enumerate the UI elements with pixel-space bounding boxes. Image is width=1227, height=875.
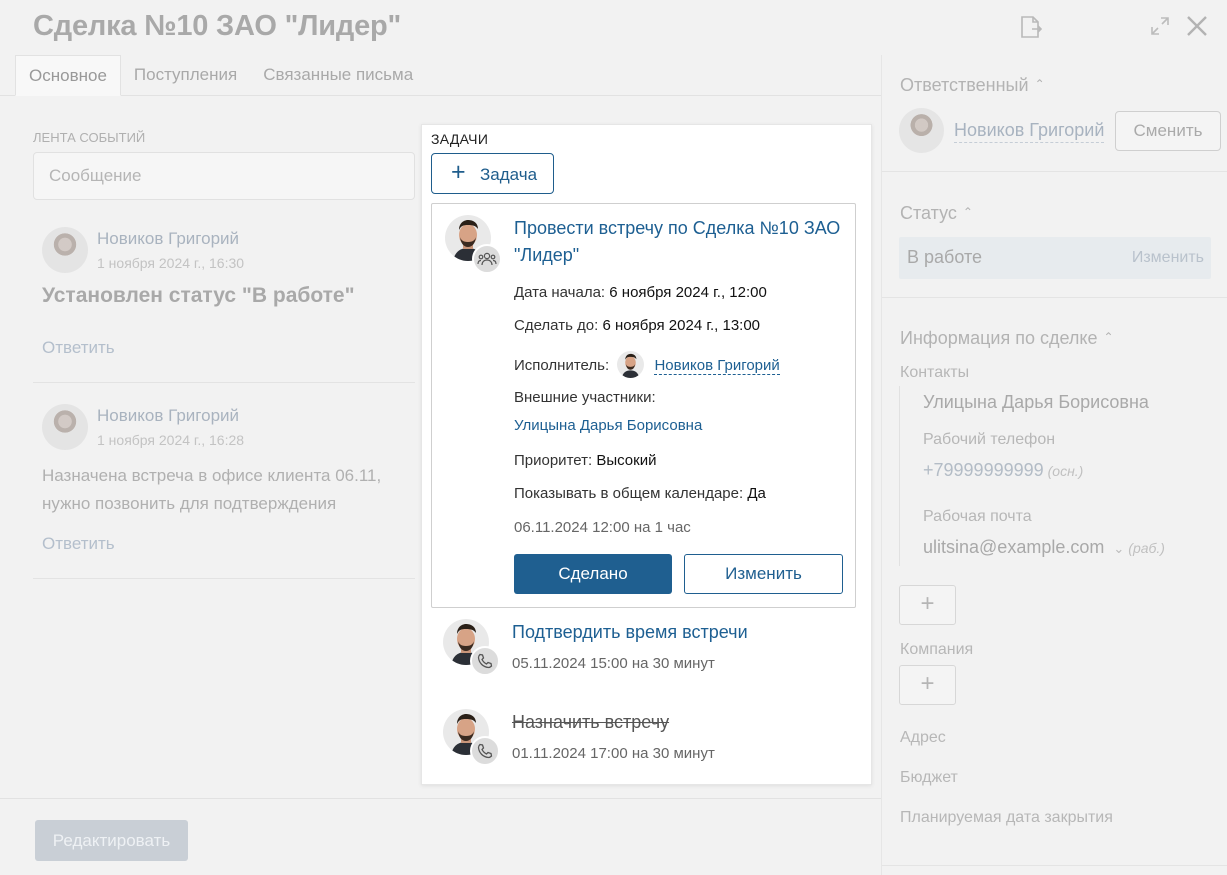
chevron-up-icon: ⌃ (962, 205, 973, 219)
phone-tag: (осн.) (1047, 463, 1084, 479)
tabs-divider (0, 95, 15, 96)
assignee-label: Исполнитель: (514, 357, 610, 374)
section-divider (882, 865, 1227, 866)
add-task-button[interactable]: + Задача (431, 153, 554, 194)
responsible-section-title[interactable]: Ответственный ⌃ (900, 75, 1045, 96)
avatar (42, 227, 88, 273)
phone-icon (470, 736, 500, 766)
work-phone-label: Рабочий телефон (923, 431, 1056, 448)
due-value: 6 ноября 2024 г., 13:00 (602, 317, 761, 334)
external-participant-link[interactable]: Улицына Дарья Борисовна (514, 417, 702, 434)
work-phone-value: +79999999999 (923, 460, 1044, 480)
start-label: Дата начала: (514, 284, 606, 301)
close-icon[interactable] (1185, 14, 1209, 43)
company-label: Компания (900, 641, 974, 658)
section-divider (882, 297, 1227, 298)
edit-task-button[interactable]: Изменить (684, 554, 843, 594)
task-title-completed[interactable]: Назначить встречу (512, 709, 669, 736)
edit-button[interactable]: Редактировать (35, 820, 188, 861)
work-email[interactable]: ulitsina@example.com ⌄ (раб.) (923, 537, 1165, 558)
add-company-button[interactable]: + (899, 665, 956, 705)
info-title: Информация по сделке (900, 328, 1098, 348)
priority-value: Высокий (596, 452, 657, 469)
reply-link[interactable]: Ответить (42, 534, 115, 554)
responsible-title: Ответственный (900, 75, 1029, 95)
avatar (899, 108, 944, 153)
external-label: Внешние участники: (514, 389, 656, 406)
contact-divider (899, 386, 900, 566)
change-responsible-button[interactable]: Сменить (1115, 111, 1221, 151)
add-contact-button[interactable]: + (899, 585, 956, 625)
due-date-row: Сделать до: 6 ноября 2024 г., 13:00 (514, 317, 760, 334)
feed-caption: ЛЕНТА СОБЫТИЙ (33, 130, 146, 145)
avatar (617, 351, 645, 378)
chevron-up-icon: ⌃ (1034, 77, 1045, 91)
footer-divider (0, 798, 881, 799)
contact-name[interactable]: Улицына Дарья Борисовна (923, 392, 1149, 413)
status-section-title[interactable]: Статус ⌃ (900, 203, 973, 224)
email-tag: (раб.) (1128, 540, 1165, 556)
change-status-link[interactable]: Изменить (1132, 249, 1204, 267)
done-button[interactable]: Сделано (514, 554, 672, 594)
message-input[interactable]: Сообщение (33, 152, 415, 200)
avatar (42, 404, 88, 450)
task-when: 05.11.2024 15:00 на 30 минут (512, 655, 715, 672)
priority-row: Приоритет: Высокий (514, 452, 656, 469)
reply-link[interactable]: Ответить (42, 338, 115, 358)
contacts-label: Контакты (900, 364, 970, 381)
priority-label: Приоритет: (514, 452, 593, 469)
task-when: 06.11.2024 12:00 на 1 час (514, 519, 691, 536)
tab-bar: Основное Поступления Связанные письма (15, 55, 881, 96)
start-value: 6 ноября 2024 г., 12:00 (609, 284, 767, 301)
tasks-caption: ЗАДАЧИ (431, 131, 489, 147)
feed-event-text: Назначена встреча в офисе клиента 06.11,… (42, 466, 382, 513)
work-email-label: Рабочая почта (923, 508, 1032, 525)
due-label: Сделать до: (514, 317, 599, 334)
meeting-icon (472, 244, 502, 274)
assignee-link[interactable]: Новиков Григорий (654, 357, 780, 375)
expand-icon[interactable] (1150, 16, 1170, 41)
export-icon[interactable] (1018, 14, 1044, 45)
calendar-label: Показывать в общем календаре: (514, 485, 744, 502)
task-card-expanded: Провести встречу по Сделка №10 ЗАО "Лиде… (431, 203, 856, 608)
feed-divider (33, 578, 415, 579)
feed-author[interactable]: Новиков Григорий (97, 229, 239, 249)
work-phone[interactable]: +79999999999 (осн.) (923, 460, 1083, 481)
responsible-name[interactable]: Новиков Григорий (954, 120, 1105, 143)
status-title: Статус (900, 203, 957, 223)
add-task-label: Задача (480, 165, 538, 184)
close-date-label: Планируемая дата закрытия (900, 809, 1113, 826)
address-label: Адрес (900, 729, 946, 746)
status-box: В работе Изменить (899, 237, 1211, 279)
section-divider (882, 171, 1227, 172)
calendar-row: Показывать в общем календаре: Да (514, 485, 766, 502)
chevron-up-icon: ⌃ (1103, 330, 1114, 344)
status-value: В работе (907, 247, 983, 267)
feed-divider (33, 382, 415, 383)
calendar-value: Да (747, 485, 766, 502)
start-date-row: Дата начала: 6 ноября 2024 г., 12:00 (514, 284, 767, 301)
tab-receipts[interactable]: Поступления (121, 55, 250, 96)
phone-icon (470, 646, 500, 676)
feed-event-text: Установлен статус "В работе" (42, 284, 355, 307)
plus-icon: + (451, 158, 466, 186)
info-section-title[interactable]: Информация по сделке ⌃ (900, 328, 1114, 349)
task-title[interactable]: Провести встречу по Сделка №10 ЗАО "Лиде… (514, 215, 849, 269)
tab-linked-emails[interactable]: Связанные письма (250, 55, 426, 96)
budget-label: Бюджет (900, 769, 958, 786)
task-when: 01.11.2024 17:00 на 30 минут (512, 745, 715, 762)
feed-date: 1 ноября 2024 г., 16:28 (97, 432, 245, 448)
assignee-row: Исполнитель: Новиков Григорий (514, 351, 780, 378)
page-title: Сделка №10 ЗАО "Лидер" (33, 10, 402, 42)
work-email-value: ulitsina@example.com (923, 537, 1105, 557)
chevron-down-icon[interactable]: ⌄ (1113, 541, 1124, 556)
tab-main[interactable]: Основное (15, 55, 121, 96)
tasks-popup: ЗАДАЧИ + Задача Провести встречу по Сдел… (421, 124, 872, 785)
feed-date: 1 ноября 2024 г., 16:30 (97, 255, 245, 271)
deal-sidebar: Ответственный ⌃ Новиков Григорий Сменить … (881, 55, 1227, 875)
task-title[interactable]: Подтвердить время встречи (512, 619, 748, 646)
feed-author[interactable]: Новиков Григорий (97, 406, 239, 426)
